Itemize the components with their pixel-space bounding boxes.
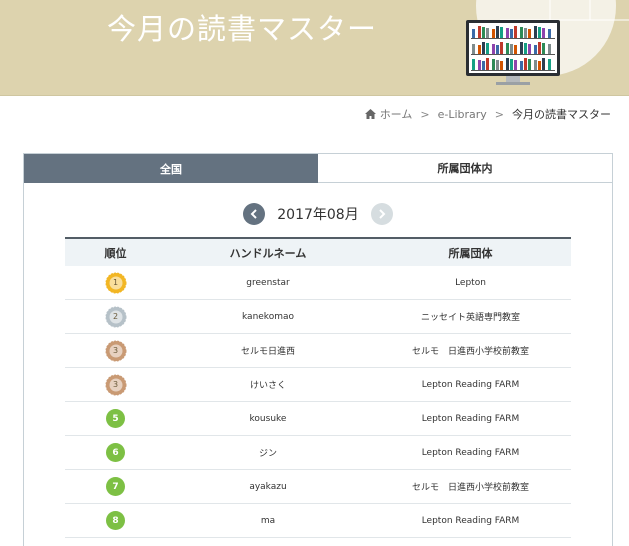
- handle-name-cell: kanekomao: [242, 311, 294, 322]
- chevron-left-icon: [250, 209, 257, 219]
- tab-national[interactable]: 全国: [24, 154, 318, 183]
- tab-bar: 全国 所属団体内: [24, 154, 612, 183]
- home-icon: [364, 109, 376, 119]
- breadcrumb-separator: >: [494, 107, 504, 121]
- header-name: ハンドルネーム: [229, 246, 307, 260]
- rank-badge: 6: [106, 443, 125, 462]
- rank-number: 1: [112, 278, 119, 287]
- bronze-medal-icon: 3: [105, 340, 127, 362]
- month-navigation: 2017年08月: [24, 201, 612, 227]
- computer-bookshelf-icon: [466, 20, 560, 86]
- prev-month-button[interactable]: [243, 203, 266, 225]
- header-rank: 順位: [104, 246, 127, 260]
- table-row: 3 けいさく Lepton Reading FARM: [65, 368, 571, 402]
- organization-cell: セルモ 日進西小学校前教室: [411, 347, 529, 357]
- rank-badge: 8: [106, 511, 125, 530]
- next-month-button[interactable]: [370, 203, 393, 225]
- rank-cell: 1: [65, 272, 166, 294]
- organization-cell: ニッセイト英語専門教室: [420, 313, 520, 323]
- rank-cell: 7: [65, 477, 166, 496]
- table-body: 1 greenstar Lepton 2 kanekomao ニッセイト英語専門教室 3 セル…: [65, 266, 571, 538]
- current-month-label: 2017年08月: [277, 207, 359, 223]
- table-header: 順位 ハンドルネーム 所属団体: [65, 237, 571, 266]
- page-title: 今月の読書マスター: [107, 12, 378, 46]
- table-row: 7 ayakazu セルモ 日進西小学校前教室: [65, 470, 571, 504]
- rank-cell: 5: [65, 409, 166, 428]
- rank-cell: 6: [65, 443, 166, 462]
- rank-number: 3: [112, 346, 119, 355]
- rank-cell: 3: [65, 374, 166, 396]
- table-row: 1 greenstar Lepton: [65, 266, 571, 300]
- rank-number: 3: [112, 380, 119, 389]
- ranking-panel: 全国 所属団体内 2017年08月 順位 ハンドルネーム 所属団体 1 green…: [23, 153, 613, 546]
- table-row: 6 ジン Lepton Reading FARM: [65, 436, 571, 470]
- handle-name-cell: ジン: [258, 449, 277, 459]
- ranking-table: 順位 ハンドルネーム 所属団体 1 greenstar Lepton 2 kanekom…: [65, 237, 571, 538]
- rank-badge: 7: [106, 477, 125, 496]
- organization-cell: Lepton Reading FARM: [421, 447, 520, 458]
- header-banner: 今月の読書マスター: [0, 0, 629, 96]
- handle-name-cell: greenstar: [246, 277, 290, 288]
- table-row: 8 ma Lepton Reading FARM: [65, 504, 571, 538]
- organization-cell: Lepton Reading FARM: [421, 379, 520, 390]
- breadcrumb: ホーム > e-Library > 今月の読書マスター: [364, 106, 611, 122]
- handle-name-cell: ayakazu: [249, 481, 287, 492]
- breadcrumb-home-link[interactable]: ホーム: [380, 106, 413, 122]
- table-row: 2 kanekomao ニッセイト英語専門教室: [65, 300, 571, 334]
- rank-cell: 3: [65, 340, 166, 362]
- rank-cell: 2: [65, 306, 166, 328]
- handle-name-cell: kousuke: [249, 413, 287, 424]
- silver-medal-icon: 2: [105, 306, 127, 328]
- handle-name-cell: ma: [260, 515, 276, 526]
- table-row: 3 セルモ日進西 セルモ 日進西小学校前教室: [65, 334, 571, 368]
- rank-cell: 8: [65, 511, 166, 530]
- bronze-medal-icon: 3: [105, 374, 127, 396]
- table-row: 5 kousuke Lepton Reading FARM: [65, 402, 571, 436]
- organization-cell: Lepton Reading FARM: [421, 515, 520, 526]
- chevron-right-icon: [379, 209, 386, 219]
- breadcrumb-separator: >: [420, 107, 430, 121]
- rank-number: 2: [112, 312, 119, 321]
- handle-name-cell: セルモ日進西: [240, 347, 295, 357]
- organization-cell: Lepton: [455, 277, 486, 288]
- gold-medal-icon: 1: [105, 272, 127, 294]
- breadcrumb-library-link[interactable]: e-Library: [438, 108, 487, 121]
- organization-cell: セルモ 日進西小学校前教室: [411, 483, 529, 493]
- tab-organization[interactable]: 所属団体内: [318, 154, 612, 183]
- breadcrumb-current: 今月の読書マスター: [512, 108, 611, 121]
- rank-badge: 5: [106, 409, 125, 428]
- header-org: 所属団体: [448, 246, 493, 260]
- organization-cell: Lepton Reading FARM: [421, 413, 520, 424]
- handle-name-cell: けいさく: [249, 381, 286, 391]
